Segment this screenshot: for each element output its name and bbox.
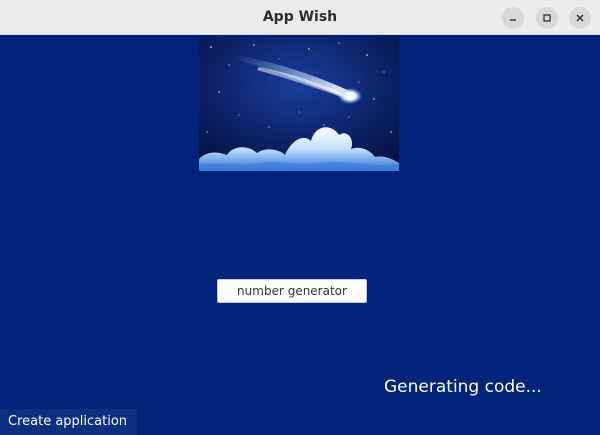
main-content: number generator Generating code... Crea… — [0, 35, 600, 435]
app-window: App Wish number generator Generating cod… — [0, 0, 600, 435]
create-application-button[interactable]: Create application — [0, 409, 137, 435]
close-button[interactable] — [569, 7, 591, 29]
maximize-icon — [543, 14, 551, 22]
title-bar[interactable]: App Wish — [0, 0, 600, 35]
number-generator-button[interactable]: number generator — [217, 279, 367, 303]
minimize-icon — [510, 19, 516, 21]
minimize-button[interactable] — [502, 7, 524, 29]
close-icon — [576, 14, 584, 22]
hero-image — [199, 37, 399, 171]
status-text: Generating code... — [384, 377, 542, 397]
maximize-button[interactable] — [536, 7, 558, 29]
